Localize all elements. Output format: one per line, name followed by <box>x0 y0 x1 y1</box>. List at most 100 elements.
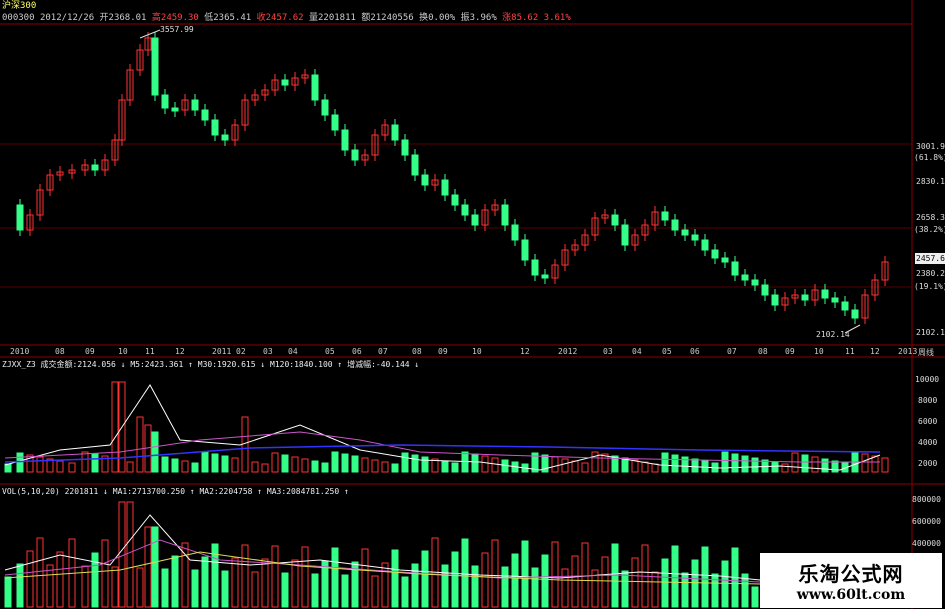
candle-body <box>691 234 699 241</box>
amount-bar <box>191 462 199 473</box>
amount-bar <box>126 461 134 473</box>
candle-body <box>401 139 409 156</box>
time-axis-label: 04 <box>288 347 298 356</box>
time-axis-label: 03 <box>603 347 613 356</box>
volume-bar <box>701 546 709 608</box>
volume-bar <box>201 556 209 608</box>
indicator-legend: ZJXX_Z3 成交金额:2124.056 ↓ M5:2423.361 ↑ M3… <box>2 360 420 369</box>
candle-body <box>201 109 209 121</box>
volume-bar <box>371 575 379 608</box>
candle-body <box>471 214 479 226</box>
amount-bar <box>441 460 449 473</box>
time-axis-label: 10 <box>118 347 128 356</box>
time-axis-label: 02 <box>236 347 246 356</box>
amount-bar <box>651 463 659 473</box>
time-axis-label: 06 <box>352 347 362 356</box>
time-axis-label: 12 <box>520 347 530 356</box>
volume-bar <box>171 555 179 608</box>
amount-bar <box>871 455 879 473</box>
watermark: 乐淘公式网 www.60lt.com <box>760 553 942 608</box>
volume-bar <box>421 550 429 608</box>
axis-label: 4000 <box>918 438 938 447</box>
axis-label: 8000 <box>918 396 938 405</box>
candle-body <box>281 79 289 86</box>
volume-bar <box>4 576 12 608</box>
axis-label: 600000 <box>912 517 941 526</box>
volume-bar <box>541 554 549 608</box>
candle-body <box>761 284 769 296</box>
candle-body <box>501 204 509 226</box>
volume-bar <box>501 566 509 608</box>
time-axis-label: 06 <box>690 347 700 356</box>
candle-body <box>841 301 849 311</box>
amount-bar <box>151 431 159 473</box>
amount-bar <box>261 463 269 473</box>
amount-bar <box>691 458 699 473</box>
candle-body <box>801 294 809 301</box>
volume-bar <box>471 565 479 608</box>
volume-bar <box>36 537 44 608</box>
volume-bar <box>711 573 719 608</box>
amount-bar <box>631 459 639 473</box>
amount-bar <box>311 460 319 473</box>
volume-bar <box>341 574 349 608</box>
amount-bar <box>251 461 259 473</box>
amount-bar <box>801 454 809 473</box>
candle-body <box>661 211 669 221</box>
amount-bar <box>581 462 589 473</box>
chart-canvas[interactable] <box>0 0 945 609</box>
volume-bar <box>521 540 529 608</box>
time-axis-label: 12 <box>870 347 880 356</box>
amount-bar <box>771 461 779 473</box>
amount-bar <box>821 458 829 473</box>
amount-bar <box>591 451 599 473</box>
time-axis-label: 04 <box>632 347 642 356</box>
candle-body <box>751 279 759 286</box>
volume-bar <box>331 547 339 608</box>
time-axis-label: 12 <box>175 347 185 356</box>
volume-bar <box>151 526 159 608</box>
volume-bar <box>46 564 54 608</box>
time-axis-label: 05 <box>325 347 335 356</box>
axis-label: 2102.1 <box>916 328 945 337</box>
volume-bar <box>441 564 449 608</box>
amount-bar <box>861 453 869 473</box>
time-axis-label: 2013 <box>898 347 918 356</box>
time-axis-label: 08 <box>758 347 768 356</box>
amount-bar <box>221 455 229 473</box>
volume-bar <box>241 544 249 608</box>
amount-bar <box>881 457 889 473</box>
amount-bar <box>601 453 609 473</box>
volume-bar <box>491 539 499 608</box>
volume-bar <box>621 570 629 608</box>
volume-bar <box>581 542 589 608</box>
candle-body <box>721 257 729 263</box>
axis-label: 6000 <box>918 417 938 426</box>
volume-bar <box>561 568 569 608</box>
amount-bar <box>381 461 389 473</box>
time-axis-label: 08 <box>55 347 65 356</box>
time-axis-label: 03 <box>263 347 273 356</box>
candle-body <box>741 274 749 281</box>
candle-body <box>191 99 199 111</box>
amount-bar <box>621 457 629 473</box>
candle-body <box>421 174 429 186</box>
candle-body <box>171 107 179 112</box>
axis-label: 2830.1 <box>916 177 945 186</box>
volume-bar <box>161 568 169 608</box>
watermark-title: 乐淘公式网 <box>798 562 904 586</box>
amount-bar <box>661 452 669 473</box>
axis-fib-label: (61.8%) <box>914 153 945 162</box>
amount-bar <box>16 452 24 473</box>
time-axis-label: 07 <box>378 347 388 356</box>
volume-bar <box>136 567 144 608</box>
amount-bar <box>201 451 209 473</box>
volume-bar <box>631 557 639 608</box>
amount-bar <box>391 463 399 473</box>
volume-bar <box>261 558 269 608</box>
volume-bar <box>126 501 134 608</box>
axis-label: 800000 <box>912 495 941 504</box>
volume-bar <box>251 571 259 608</box>
amount-bar <box>701 460 709 473</box>
amount-bar <box>301 458 309 473</box>
